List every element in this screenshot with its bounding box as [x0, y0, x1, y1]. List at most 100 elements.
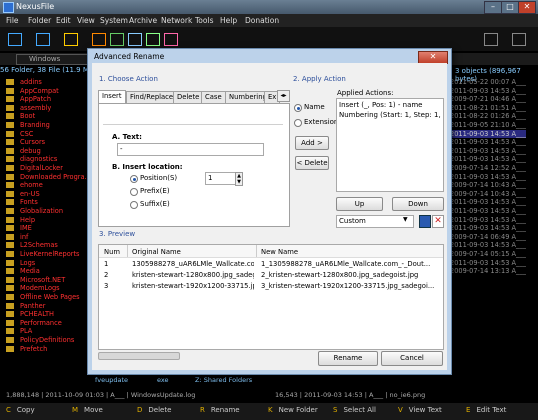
right-list-item[interactable]: 2009-07-21 04:46 A___ [450, 95, 526, 103]
right-list-item[interactable]: 2011-08-21 01:51 A___ [450, 104, 526, 112]
network-icon[interactable] [146, 33, 160, 46]
right-list-item[interactable]: 2011-09-03 14:53 A___ [450, 155, 526, 163]
left-list-item[interactable]: Globalization [20, 207, 63, 215]
col-num-header[interactable]: Num [104, 248, 120, 256]
left-list-item[interactable]: DigitalLocker [20, 164, 63, 172]
left-list-item[interactable]: Fonts [20, 198, 38, 206]
menu-system[interactable]: System [100, 16, 128, 25]
close-icon[interactable]: ✕ [518, 1, 536, 14]
left-list-item[interactable]: PolicyDefinitions [20, 336, 74, 344]
fkey-new-folder[interactable]: K New Folder [268, 406, 318, 414]
right-list-item[interactable]: 2011-09-03 14:53 A___ [450, 224, 526, 232]
left-list-item[interactable]: addins [20, 78, 42, 86]
prefix-radio[interactable] [130, 188, 138, 196]
settings-icon[interactable] [110, 33, 124, 46]
minimize-icon[interactable]: – [484, 1, 502, 14]
drive-icon[interactable] [8, 33, 22, 46]
left-list-item[interactable]: Microsoft.NET [20, 276, 65, 284]
horizontal-scrollbar[interactable] [98, 352, 180, 360]
col-original-header[interactable]: Original Name [132, 248, 181, 256]
right-list-item[interactable]: 2011-09-03 14:53 A___ [450, 129, 526, 138]
right-list-item[interactable]: 2011-09-03 14:53 A___ [450, 241, 526, 249]
left-list-item[interactable]: PLA [20, 327, 32, 335]
rename-button[interactable]: Rename [318, 351, 378, 366]
fkey-select-all[interactable]: S Select All [333, 406, 376, 414]
tab-case[interactable]: Case [201, 91, 226, 103]
save-preset-icon[interactable] [419, 215, 431, 228]
move-down-button[interactable]: Down [392, 197, 444, 211]
left-list-item[interactable]: Cursors [20, 138, 45, 146]
applied-action-item[interactable]: Insert (_, Pos: 1) - name [339, 101, 422, 109]
window-icon[interactable] [64, 33, 78, 46]
position-radio[interactable] [130, 175, 138, 183]
left-list-item[interactable]: inf [20, 233, 28, 241]
left-list-item[interactable]: Panther [20, 302, 45, 310]
right-list-item[interactable]: 2011-09-03 14:53 A___ [450, 198, 526, 206]
tab-delete[interactable]: Delete [173, 91, 204, 103]
left-list-item[interactable]: IME [20, 224, 32, 232]
right-list-item[interactable]: 2009-07-14 10:43 A___ [450, 181, 526, 189]
tab-find-replace[interactable]: Find/Replace [126, 91, 178, 103]
left-list-item[interactable]: Boot [20, 112, 35, 120]
right-list-item[interactable]: 2011-09-03 14:53 A___ [450, 147, 526, 155]
right-list-item[interactable]: 2009-07-14 12:52 A___ [450, 164, 526, 172]
right-list-item[interactable]: 2011-05-22 00:07 A___ [450, 78, 526, 86]
left-list-item[interactable]: Offline Web Pages [20, 293, 80, 301]
cancel-button[interactable]: Cancel [381, 351, 443, 366]
left-list-item[interactable]: assembly [20, 104, 51, 112]
left-list-item[interactable]: diagnostics [20, 155, 57, 163]
left-list-item[interactable]: AppCompat [20, 87, 59, 95]
right-list-item[interactable]: 2011-09-03 14:53 A___ [450, 138, 526, 146]
fkey-edit-text[interactable]: E Edit Text [466, 406, 506, 414]
left-list-item[interactable]: PCHEALTH [20, 310, 54, 318]
left-list-item[interactable]: Downloaded Progra.. [20, 173, 89, 181]
menu-network[interactable]: Network [161, 16, 192, 25]
refresh-icon[interactable] [128, 33, 142, 46]
monitor-icon[interactable] [484, 33, 498, 46]
position-spinner[interactable]: 1 [205, 172, 237, 185]
maximize-icon[interactable]: □ [501, 1, 519, 14]
left-list-item[interactable]: L2Schemas [20, 241, 58, 249]
right-list-item[interactable]: 2011-08-22 01:26 A___ [450, 112, 526, 120]
trash-icon[interactable] [512, 33, 526, 46]
fkey-view-text[interactable]: V View Text [398, 406, 442, 414]
fkey-rename[interactable]: R Rename [200, 406, 240, 414]
archive-icon[interactable] [92, 33, 106, 46]
suffix-radio[interactable] [130, 201, 138, 209]
delete-preset-icon[interactable]: ✕ [432, 215, 444, 228]
menu-folder[interactable]: Folder [28, 16, 51, 25]
apply-name-radio[interactable] [294, 104, 302, 112]
applied-actions-list[interactable]: Insert (_, Pos: 1) - name Numbering (Sta… [336, 98, 444, 192]
right-list-item[interactable]: 2011-09-03 14:53 A___ [450, 259, 526, 267]
menu-view[interactable]: View [77, 16, 95, 25]
menu-tools[interactable]: Tools [195, 16, 213, 25]
right-list-item[interactable]: 2011-09-03 14:53 A___ [450, 207, 526, 215]
right-list-item[interactable]: 2011-09-03 14:53 A___ [450, 216, 526, 224]
left-list-item[interactable]: AppPatch [20, 95, 51, 103]
menu-edit[interactable]: Edit [56, 16, 71, 25]
left-list-item[interactable]: Help [20, 216, 35, 224]
menu-help[interactable]: Help [220, 16, 237, 25]
folder-icon[interactable] [36, 33, 50, 46]
insert-text-input[interactable]: - [117, 143, 264, 156]
left-list-item[interactable]: debug [20, 147, 41, 155]
shared-folders-link[interactable]: Z: Shared Folders [195, 376, 252, 384]
favorite-icon[interactable] [164, 33, 178, 46]
right-list-item[interactable]: 2011-09-03 14:53 A___ [450, 87, 526, 95]
delete-action-button[interactable]: < Delete [295, 156, 329, 170]
add-action-button[interactable]: Add > [295, 136, 329, 150]
fkey-move[interactable]: M Move [72, 406, 103, 414]
left-list-item[interactable]: Media [20, 267, 40, 275]
right-list-item[interactable]: 2011-09-03 14:53 A___ [450, 173, 526, 181]
left-list-item[interactable]: LiveKernelReports [20, 250, 79, 258]
fkey-delete[interactable]: D Delete [137, 406, 171, 414]
right-list-item[interactable]: 2011-09-05 21:10 A___ [450, 121, 526, 129]
menu-archive[interactable]: Archive [129, 16, 157, 25]
col-new-header[interactable]: New Name [261, 248, 298, 256]
menu-file[interactable]: File [6, 16, 19, 25]
applied-action-item[interactable]: Numbering (Start: 1, Step: 1, Digit: 1 [339, 111, 443, 119]
spinner-arrows-icon[interactable]: ▲ ▼ [235, 172, 243, 186]
left-list-item[interactable]: CSC [20, 130, 33, 138]
right-list-item[interactable]: 2009-07-14 05:15 A___ [450, 250, 526, 258]
left-list-item[interactable]: en-US [20, 190, 40, 198]
